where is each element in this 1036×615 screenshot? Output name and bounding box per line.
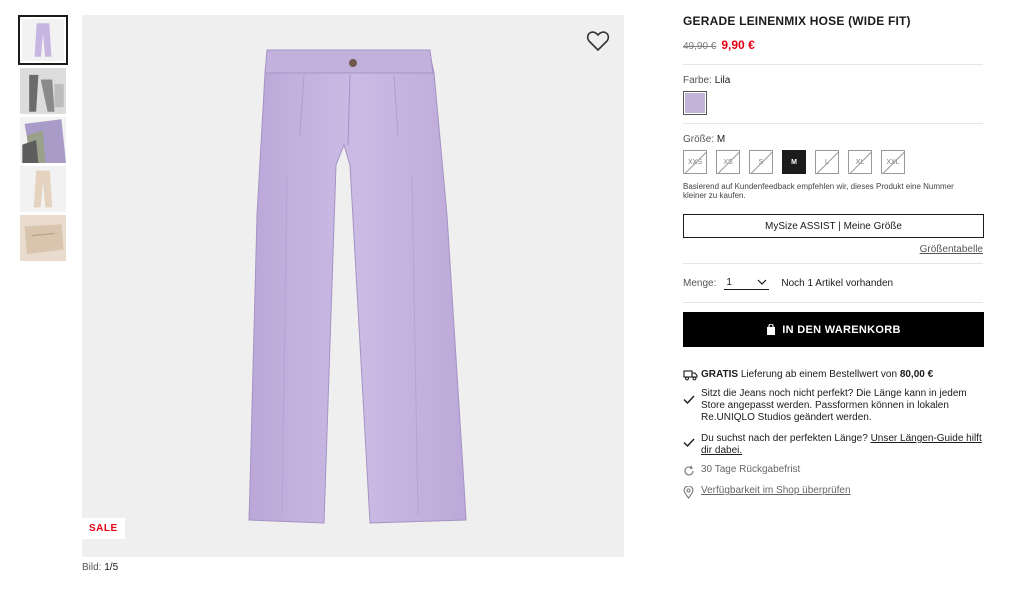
alteration-info: Sitzt die Jeans noch nicht perfekt? Die … bbox=[701, 388, 967, 423]
divider bbox=[683, 302, 983, 303]
shopping-bag-icon bbox=[767, 324, 776, 335]
quantity-value: 1 bbox=[726, 276, 732, 288]
truck-icon bbox=[683, 370, 698, 381]
chevron-down-icon bbox=[757, 279, 767, 285]
old-price: 49,90 € bbox=[683, 41, 717, 52]
check-icon bbox=[683, 395, 695, 404]
image-counter-value: 1/5 bbox=[104, 562, 119, 573]
add-to-cart-button[interactable]: IN DEN WARENKORB bbox=[683, 312, 984, 347]
product-image[interactable]: SALE bbox=[82, 15, 624, 557]
divider bbox=[683, 64, 983, 65]
sale-badge: SALE bbox=[82, 518, 125, 539]
size-label: Größe: bbox=[683, 134, 715, 145]
thumbnail-1[interactable] bbox=[18, 15, 68, 65]
pants-illustration bbox=[248, 49, 467, 524]
return-icon-wrap bbox=[683, 464, 701, 477]
add-to-cart-label: IN DEN WARENKORB bbox=[782, 323, 901, 336]
thumbnail-image bbox=[20, 215, 66, 261]
location-icon-wrap bbox=[683, 485, 701, 499]
product-info: GERADE LEINENMIX HOSE (WIDE FIT) 49,90 €… bbox=[683, 14, 984, 499]
color-value: Lila bbox=[714, 75, 731, 86]
store-availability-link[interactable]: Verfügbarkeit im Shop überprüfen bbox=[701, 485, 851, 499]
quantity-label: Menge: bbox=[683, 277, 717, 289]
thumbnail-image bbox=[34, 23, 52, 57]
refresh-icon bbox=[684, 465, 694, 476]
perk-shipping: GRATIS Lieferung ab einem Bestellwert vo… bbox=[683, 369, 983, 381]
thumbnail-4[interactable] bbox=[20, 166, 66, 212]
color-swatch-fill bbox=[685, 93, 705, 113]
perk-store: Verfügbarkeit im Shop überprüfen bbox=[683, 485, 983, 499]
price-row: 49,90 € 9,90 € bbox=[683, 38, 983, 52]
quantity-select[interactable]: 1 bbox=[724, 276, 770, 290]
color-swatch-lila[interactable] bbox=[683, 91, 707, 115]
location-pin-icon bbox=[683, 486, 694, 499]
shipping-text: Lieferung ab einem Bestellwert von bbox=[738, 369, 900, 380]
size-option-xl[interactable]: XL bbox=[848, 150, 872, 174]
return-policy: 30 Tage Rückgabefrist bbox=[701, 464, 801, 475]
size-option-xxs[interactable]: XXS bbox=[683, 150, 707, 174]
color-label: Farbe: bbox=[683, 75, 712, 86]
product-title: GERADE LEINENMIX HOSE (WIDE FIT) bbox=[683, 14, 911, 28]
quantity-row: Menge: 1 Noch 1 Artikel vorhanden bbox=[683, 276, 983, 290]
thumbnail-image bbox=[33, 170, 53, 208]
heart-icon[interactable] bbox=[586, 29, 610, 53]
divider bbox=[683, 263, 983, 264]
thumbnail-5[interactable] bbox=[20, 215, 66, 261]
thumbnail-3[interactable] bbox=[20, 117, 66, 163]
size-option-l[interactable]: L bbox=[815, 150, 839, 174]
length-guide-info: Du suchst nach der perfekten Länge? Unse… bbox=[701, 433, 983, 457]
check-icon bbox=[683, 438, 695, 447]
shipping-amount: 80,00 € bbox=[899, 369, 934, 380]
truck-icon-wrap bbox=[683, 369, 701, 381]
size-selector: XXS XS S M L XL XXL bbox=[683, 150, 983, 174]
size-option-xxl[interactable]: XXL bbox=[881, 150, 905, 174]
size-value: M bbox=[716, 134, 726, 145]
sale-price: 9,90 € bbox=[721, 38, 755, 52]
thumbnail-image bbox=[20, 68, 66, 114]
mysize-assist-button[interactable]: MySize ASSIST | Meine Größe bbox=[683, 214, 984, 238]
size-label-row: Größe: M bbox=[683, 134, 983, 145]
perk-length-guide: Du suchst nach der perfekten Länge? Unse… bbox=[683, 433, 983, 457]
check-icon-wrap bbox=[683, 433, 701, 457]
size-recommendation: Basierend auf Kundenfeedback empfehlen w… bbox=[683, 182, 954, 200]
thumbnail-2[interactable] bbox=[20, 68, 66, 114]
perks-list: GRATIS Lieferung ab einem Bestellwert vo… bbox=[683, 369, 983, 499]
thumbnail-list bbox=[18, 15, 68, 264]
size-option-m[interactable]: M bbox=[782, 150, 806, 174]
size-option-xs[interactable]: XS bbox=[716, 150, 740, 174]
check-icon-wrap bbox=[683, 388, 701, 424]
length-guide-text: Du suchst nach der perfekten Länge? bbox=[701, 433, 871, 444]
thumbnail-image bbox=[20, 117, 66, 163]
size-option-s[interactable]: S bbox=[749, 150, 773, 174]
perk-returns: 30 Tage Rückgabefrist bbox=[683, 464, 983, 477]
size-chart-link[interactable]: Größentabelle bbox=[683, 244, 983, 255]
shipping-info: GRATIS Lieferung ab einem Bestellwert vo… bbox=[701, 369, 933, 381]
color-label-row: Farbe: Lila bbox=[683, 75, 983, 86]
image-counter-label: Bild: bbox=[82, 562, 102, 573]
shipping-free-label: GRATIS bbox=[701, 369, 739, 380]
stock-status: Noch 1 Artikel vorhanden bbox=[781, 277, 894, 289]
divider bbox=[683, 123, 983, 124]
image-counter: Bild: 1/5 bbox=[82, 562, 118, 573]
perk-alteration: Sitzt die Jeans noch nicht perfekt? Die … bbox=[683, 388, 983, 424]
